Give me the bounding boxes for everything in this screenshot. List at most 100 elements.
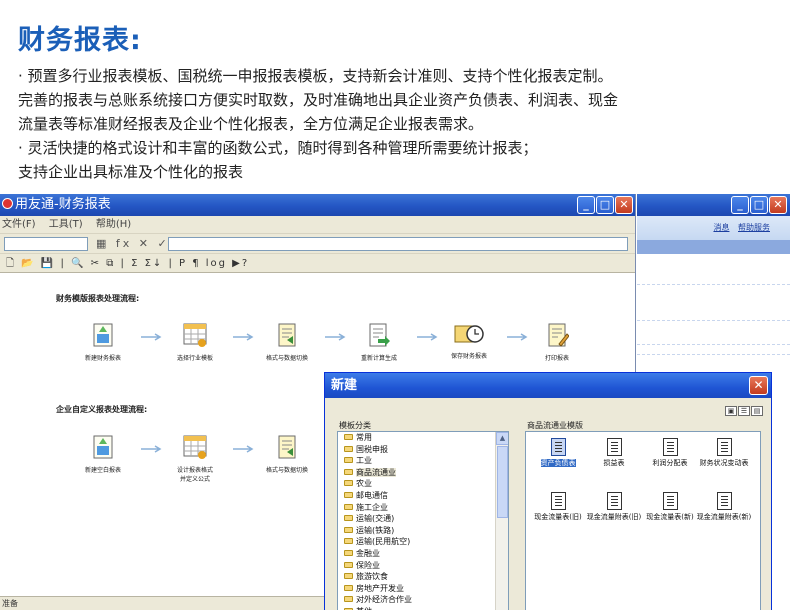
category-label: 运输(民用航空): [356, 537, 411, 547]
flow1-step-print[interactable]: 打印报表: [522, 322, 592, 363]
folder-icon: [344, 515, 353, 522]
message-link[interactable]: 消息: [713, 223, 729, 232]
maximize-button[interactable]: □: [750, 196, 768, 214]
template-item[interactable]: 利润分配表: [642, 438, 698, 468]
flow2-title: 企业自定义报表处理流程:: [56, 405, 148, 414]
flow1-step-template[interactable]: 选择行业模板: [160, 322, 230, 363]
template-item[interactable]: 损益表: [586, 438, 642, 468]
menu-help[interactable]: 帮助(H): [96, 219, 131, 230]
flow2-step-design[interactable]: 设计报表格式 并定义公式: [160, 434, 230, 484]
category-label: 房地产开发业: [356, 583, 404, 593]
category-item[interactable]: 运输(交通): [338, 513, 508, 525]
document-icon: [716, 438, 732, 456]
document-icon: [662, 438, 678, 456]
category-item[interactable]: 旅游饮食: [338, 571, 508, 583]
save-clock-icon: [454, 325, 484, 343]
category-item[interactable]: 保险业: [338, 560, 508, 572]
desc-line: 流量表等标准财经报表及企业个性化报表，全方位满足企业报表需求。: [18, 115, 484, 133]
folder-icon: [344, 445, 353, 452]
category-item[interactable]: 邮电通信: [338, 490, 508, 502]
formula-icons[interactable]: ▦ fx ✕ ✓: [96, 234, 170, 254]
template-name: 损益表: [603, 459, 625, 467]
step-label: 格式与数据切换: [265, 355, 308, 362]
category-label: 模板分类: [339, 421, 371, 430]
category-item[interactable]: 商品流通业: [338, 467, 508, 479]
toolbar[interactable]: 🗋 📂 💾 | 🔍 ✂ ⧉ | Σ Σ↓ | P ¶ log ▶?: [0, 253, 635, 273]
flow1-step-switch[interactable]: 格式与数据切换: [252, 322, 322, 363]
formula-input[interactable]: [168, 237, 628, 251]
flow1-title: 财务模版报表处理流程:: [56, 294, 140, 303]
main-titlebar: 用友通-财务报表 _ □ ✕: [0, 194, 635, 216]
large-icons-view-button[interactable]: ▣: [725, 406, 737, 416]
format-switch-icon: [278, 323, 296, 347]
template-item[interactable]: 现金流量表(旧): [530, 492, 586, 522]
document-icon: [550, 492, 566, 510]
folder-icon: [344, 526, 353, 533]
template-item[interactable]: 现金流量附表(旧): [586, 492, 642, 522]
category-item[interactable]: 施工企业: [338, 502, 508, 514]
flow2-step-switch[interactable]: 格式与数据切换: [252, 434, 322, 475]
details-view-button[interactable]: ▤: [751, 406, 763, 416]
category-item[interactable]: 对外经济合作业: [338, 594, 508, 606]
category-item[interactable]: 金融业: [338, 548, 508, 560]
template-item[interactable]: 资产负债表: [530, 438, 586, 468]
flow2-step-blank[interactable]: 新建空白报表: [68, 434, 138, 475]
template-item[interactable]: 现金流量表(新): [642, 492, 698, 522]
step-label: 重新计算生成: [360, 355, 397, 362]
page-heading: 财务报表:: [18, 25, 142, 56]
category-item[interactable]: 农业: [338, 478, 508, 490]
category-tree[interactable]: 常用 国税申报 工业 商品流通业农业 邮电通信 施工企业 运输(交通) 运输(铁路) 运输(民用…: [337, 431, 509, 610]
category-scrollbar[interactable]: ▲: [495, 432, 508, 610]
minimize-button[interactable]: _: [731, 196, 749, 214]
flow1-step-save[interactable]: 保存财务报表: [434, 322, 504, 361]
document-icon: [550, 438, 566, 456]
folder-icon: [344, 549, 353, 556]
category-item[interactable]: 国税申报: [338, 444, 508, 456]
document-icon: [662, 492, 678, 510]
template-item[interactable]: 财务状况变动表: [696, 438, 752, 468]
category-label: 金融业: [356, 548, 380, 558]
template-list: 资产负债表 损益表 利润分配表 财务状况变动表 现金流量表(旧) 现金流量附表(…: [525, 431, 761, 610]
step-label: 格式与数据切换: [265, 467, 308, 474]
template-name: 现金流量表(新): [646, 513, 694, 521]
close-button[interactable]: ✕: [615, 196, 633, 214]
scroll-thumb[interactable]: [497, 446, 508, 518]
category-label: 农业: [356, 479, 372, 489]
flow1-step-new[interactable]: 新建财务报表: [68, 322, 138, 363]
template-name: 财务状况变动表: [699, 459, 749, 467]
folder-icon: [344, 480, 353, 487]
list-view-button[interactable]: ☰: [738, 406, 750, 416]
template-name: 现金流量附表(新): [696, 513, 752, 521]
category-label: 工业: [356, 456, 372, 466]
step-label: 新建财务报表: [84, 355, 121, 362]
help-service-link[interactable]: 帮助服务: [738, 223, 770, 232]
folder-icon: [344, 491, 353, 498]
category-label: 商品流通业: [356, 467, 396, 477]
cell-name-box[interactable]: [4, 237, 88, 251]
secondary-titlebar: _ □ ✕: [637, 194, 790, 216]
category-item[interactable]: 常用: [338, 432, 508, 444]
template-name: 现金流量附表(旧): [586, 513, 642, 521]
menu-file[interactable]: 文件(F): [2, 219, 36, 230]
category-item[interactable]: 工业: [338, 455, 508, 467]
minimize-button[interactable]: _: [577, 196, 595, 214]
category-item[interactable]: 其他: [338, 606, 508, 610]
scroll-up-button[interactable]: ▲: [496, 432, 508, 445]
category-label: 保险业: [356, 560, 380, 570]
dialog-close-button[interactable]: ✕: [749, 376, 768, 395]
close-button[interactable]: ✕: [769, 196, 787, 214]
menu-tools[interactable]: 工具(T): [49, 219, 83, 230]
step-label: 打印报表: [544, 355, 569, 362]
category-item[interactable]: 房地产开发业: [338, 583, 508, 595]
template-item[interactable]: 现金流量附表(新): [696, 492, 752, 522]
divider: [637, 320, 790, 321]
template-name: 现金流量表(旧): [534, 513, 582, 521]
window-title: 用友通-财务报表: [15, 197, 111, 212]
flow1-step-recalc[interactable]: 重新计算生成: [344, 322, 414, 363]
step-label: 设计报表格式 并定义公式: [176, 467, 213, 483]
category-item[interactable]: 运输(铁路): [338, 525, 508, 537]
maximize-button[interactable]: □: [596, 196, 614, 214]
category-item[interactable]: 运输(民用航空): [338, 536, 508, 548]
design-format-icon: [183, 435, 207, 459]
template-name: 利润分配表: [652, 459, 688, 467]
